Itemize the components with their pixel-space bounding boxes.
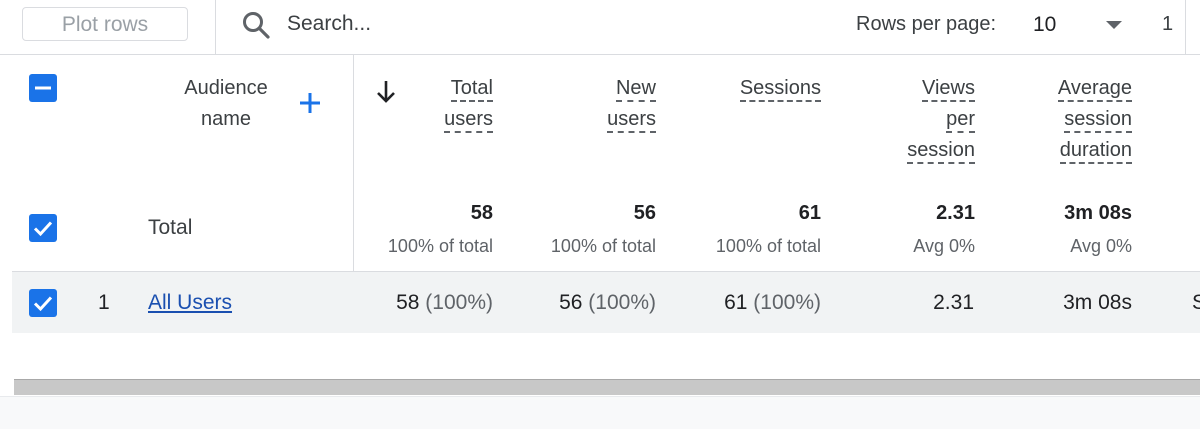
select-all-checkbox[interactable] bbox=[29, 74, 57, 102]
cell-total-users-pct: (100%) bbox=[425, 291, 493, 314]
total-new-users: 56 bbox=[633, 202, 656, 224]
cell-new-users: 56 (100%) bbox=[520, 291, 656, 315]
header-new-users-line2: users bbox=[607, 108, 656, 133]
header-avg-session-duration-line3: duration bbox=[1059, 139, 1132, 164]
header-sessions-label: Sessions bbox=[739, 77, 821, 102]
cell-cut-off: S bbox=[1192, 291, 1200, 314]
header-views-per-session-line3: session bbox=[907, 139, 975, 164]
header-total-users[interactable]: Total users bbox=[400, 73, 493, 135]
total-total-users: 58 bbox=[470, 202, 493, 224]
header-total-users-line2: users bbox=[444, 108, 493, 133]
total-avg-session-duration-sub: Avg 0% bbox=[1070, 236, 1132, 256]
header-views-per-session-line1: Views bbox=[922, 77, 975, 102]
cell-total-users: 58 (100%) bbox=[360, 291, 493, 315]
cell-sessions: 61 (100%) bbox=[680, 291, 821, 315]
header-avg-session-duration[interactable]: Average session duration bbox=[1010, 73, 1132, 166]
total-label: Total bbox=[148, 216, 193, 239]
toolbar-divider-right bbox=[1185, 0, 1186, 54]
rows-per-page-label: Rows per page: bbox=[856, 13, 997, 35]
rows-per-page-value: 10 bbox=[1033, 13, 1057, 36]
cell-sessions-pct: (100%) bbox=[753, 291, 821, 314]
cell-total-users-value: 58 bbox=[396, 291, 420, 314]
header-new-users-line1: New bbox=[615, 77, 656, 102]
search-icon bbox=[243, 12, 270, 39]
check-checkbox-icon bbox=[33, 296, 53, 312]
check-checkbox-icon bbox=[33, 221, 53, 237]
row-checkbox[interactable] bbox=[29, 289, 57, 317]
horizontal-scrollbar[interactable] bbox=[14, 379, 1200, 395]
caret-down-icon bbox=[1106, 21, 1122, 29]
page-indicator: 1 bbox=[1162, 13, 1174, 35]
header-total-users-line1: Total bbox=[450, 77, 493, 102]
cell-new-users-pct: (100%) bbox=[588, 291, 656, 314]
minus-checkbox-icon bbox=[35, 86, 51, 90]
header-audience-name[interactable]: Audience name bbox=[160, 73, 292, 135]
arrow-down-icon[interactable] bbox=[374, 79, 398, 105]
header-views-per-session-line2: per bbox=[946, 108, 975, 133]
header-avg-session-duration-line1: Average bbox=[1057, 77, 1132, 102]
total-sessions: 61 bbox=[798, 202, 821, 224]
header-new-users[interactable]: New users bbox=[560, 73, 656, 135]
row-index: 1 bbox=[98, 291, 110, 314]
total-avg-session-duration: 3m 08s bbox=[1064, 202, 1132, 224]
plot-rows-button[interactable]: Plot rows bbox=[22, 7, 188, 41]
cell-avg-session-duration: 3m 08s bbox=[1063, 291, 1132, 314]
total-sessions-sub: 100% of total bbox=[715, 236, 821, 256]
total-total-users-sub: 100% of total bbox=[387, 236, 493, 256]
table-toolbar: Plot rows Rows per page: 10 1 bbox=[0, 0, 1200, 55]
total-row-checkbox[interactable] bbox=[29, 214, 57, 242]
total-new-users-sub: 100% of total bbox=[550, 236, 656, 256]
header-audience-name-line1: Audience bbox=[184, 77, 268, 99]
plus-icon[interactable] bbox=[298, 91, 322, 115]
page-footer bbox=[0, 396, 1200, 429]
header-sessions[interactable]: Sessions bbox=[700, 73, 821, 104]
search-input[interactable] bbox=[287, 8, 767, 40]
total-views-per-session-sub: Avg 0% bbox=[913, 236, 975, 256]
total-views-per-session: 2.31 bbox=[936, 202, 975, 224]
rows-per-page-select[interactable]: 10 bbox=[1030, 6, 1130, 42]
header-views-per-session[interactable]: Views per session bbox=[860, 73, 975, 166]
cell-new-users-value: 56 bbox=[559, 291, 583, 314]
header-avg-session-duration-line2: session bbox=[1064, 108, 1132, 133]
header-audience-name-line2: name bbox=[200, 108, 252, 130]
cell-views-per-session: 2.31 bbox=[933, 291, 974, 314]
audience-link-all-users[interactable]: All Users bbox=[148, 291, 232, 315]
toolbar-divider bbox=[215, 0, 216, 54]
cell-sessions-value: 61 bbox=[724, 291, 748, 314]
